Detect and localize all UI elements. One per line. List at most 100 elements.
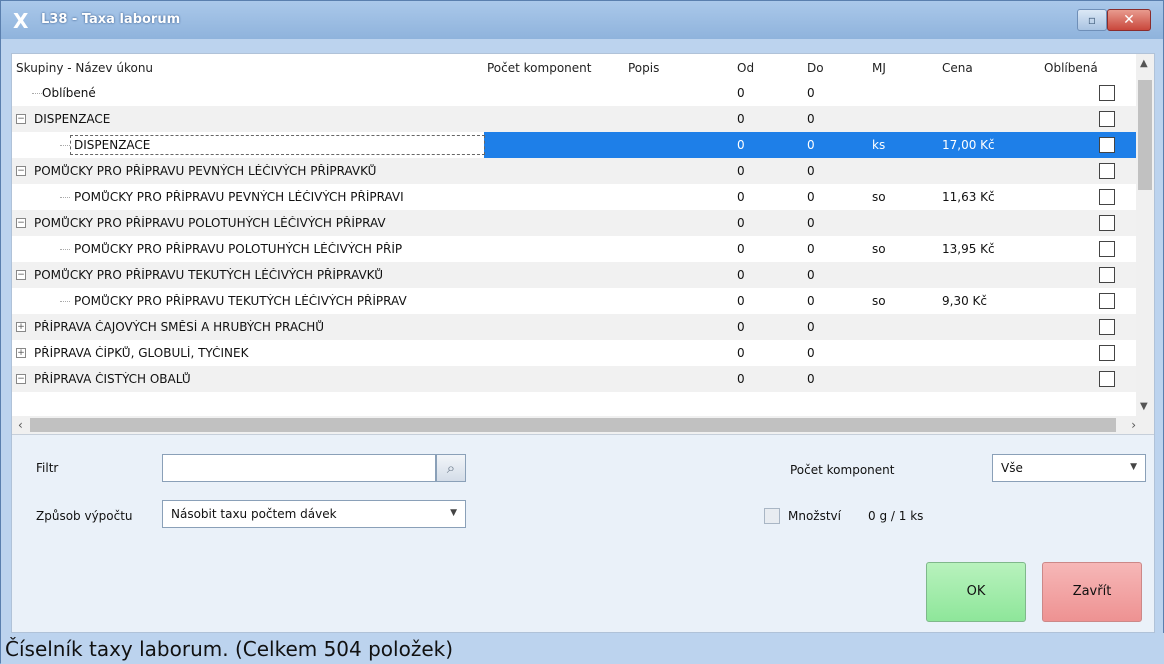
favorite-checkbox[interactable] (1099, 215, 1115, 231)
table-row[interactable]: − PŘÍPRAVA ČISTÝCH OBALŮ 0 0 (12, 366, 1136, 392)
table-row[interactable]: + PŘÍPRAVA ČAJOVÝCH SMĚSÍ A HRUBÝCH PRAC… (12, 314, 1136, 340)
row-mj: so (872, 242, 886, 256)
chevron-down-icon: ▼ (450, 508, 457, 518)
row-do: 0 (807, 268, 815, 282)
row-od: 0 (737, 138, 745, 152)
table-row[interactable]: Oblíbené 0 0 (12, 80, 1136, 106)
mnozstvi-value: 0 g / 1 ks (868, 509, 924, 523)
row-od: 0 (737, 86, 745, 100)
row-name: DISPENZACE (34, 112, 111, 126)
table-row[interactable]: POMŮCKY PRO PŘÍPRAVU POLOTUHÝCH LÉČIVÝCH… (12, 236, 1136, 262)
row-od: 0 (737, 372, 745, 386)
column-pocet-komponent[interactable]: Počet komponent (487, 61, 591, 75)
column-od[interactable]: Od (737, 61, 754, 75)
favorite-checkbox[interactable] (1099, 267, 1115, 283)
row-do: 0 (807, 294, 815, 308)
row-do: 0 (807, 86, 815, 100)
favorite-checkbox[interactable] (1099, 85, 1115, 101)
column-cena[interactable]: Cena (942, 61, 973, 75)
table-row[interactable]: − POMŮCKY PRO PŘÍPRAVU PEVNÝCH LÉČIVÝCH … (12, 158, 1136, 184)
row-name: Oblíbené (42, 86, 96, 100)
favorite-checkbox[interactable] (1099, 111, 1115, 127)
collapse-icon[interactable]: − (16, 218, 26, 228)
dialog-window: X L38 - Taxa laborum ▫ ✕ Skupiny - Název… (0, 0, 1164, 664)
scroll-left-icon[interactable]: ‹ (18, 418, 23, 432)
horizontal-scroll-thumb[interactable] (30, 418, 1116, 432)
title-bar[interactable]: X L38 - Taxa laborum ▫ ✕ (1, 1, 1163, 39)
favorite-checkbox[interactable] (1099, 189, 1115, 205)
ok-button[interactable]: OK (926, 562, 1026, 622)
row-mj: ks (872, 138, 886, 152)
row-cena: 13,95 Kč (942, 242, 995, 256)
status-text: Číselník taxy laborum. (Celkem 504 polož… (5, 637, 454, 661)
table-row[interactable]: + PŘÍPRAVA ČÍPKŮ, GLOBULÍ, TYČINEK 0 0 (12, 340, 1136, 366)
row-mj: so (872, 294, 886, 308)
app-icon: X (13, 9, 29, 33)
row-name: PŘÍPRAVA ČISTÝCH OBALŮ (34, 372, 191, 386)
favorite-checkbox[interactable] (1099, 163, 1115, 179)
table-row[interactable]: POMŮCKY PRO PŘÍPRAVU PEVNÝCH LÉČIVÝCH PŘ… (12, 184, 1136, 210)
row-do: 0 (807, 164, 815, 178)
table-row[interactable]: − DISPENZACE 0 0 (12, 106, 1136, 132)
filtr-input[interactable] (162, 454, 436, 482)
row-name: PŘÍPRAVA ČÍPKŮ, GLOBULÍ, TYČINEK (34, 346, 249, 360)
row-cena: 11,63 Kč (942, 190, 995, 204)
collapse-icon[interactable]: − (16, 166, 26, 176)
row-od: 0 (737, 346, 745, 360)
column-mj[interactable]: MJ (872, 61, 886, 75)
expand-icon[interactable]: + (16, 322, 26, 332)
scroll-right-icon[interactable]: › (1131, 418, 1136, 432)
zavrit-button[interactable]: Zavřít (1042, 562, 1142, 622)
pocet-komponent-select[interactable]: Vše ▼ (992, 454, 1146, 482)
column-do[interactable]: Do (807, 61, 824, 75)
favorite-checkbox[interactable] (1099, 293, 1115, 309)
mnozstvi-checkbox[interactable] (764, 508, 780, 524)
mnozstvi-label: Množství (788, 509, 841, 523)
pocet-komponent-label: Počet komponent (790, 463, 895, 477)
scroll-up-icon[interactable]: ▲ (1140, 58, 1148, 69)
row-od: 0 (737, 112, 745, 126)
row-do: 0 (807, 138, 815, 152)
row-name: POMŮCKY PRO PŘÍPRAVU POLOTUHÝCH LÉČIVÝCH… (34, 216, 386, 230)
row-name: PŘÍPRAVA ČAJOVÝCH SMĚSÍ A HRUBÝCH PRACHŮ (34, 320, 324, 334)
favorite-checkbox[interactable] (1099, 137, 1115, 153)
close-window-button[interactable]: ✕ (1107, 9, 1151, 31)
vertical-scrollbar[interactable]: ▲ ▼ (1136, 54, 1154, 416)
table-row[interactable]: POMŮCKY PRO PŘÍPRAVU TEKUTÝCH LÉČIVÝCH P… (12, 288, 1136, 314)
horizontal-scrollbar[interactable]: ‹ › (12, 416, 1154, 434)
window-title: L38 - Taxa laborum (41, 12, 181, 27)
chevron-down-icon: ▼ (1130, 462, 1137, 472)
favorite-checkbox[interactable] (1099, 319, 1115, 335)
row-do: 0 (807, 372, 815, 386)
favorite-checkbox[interactable] (1099, 345, 1115, 361)
table-row[interactable]: − POMŮCKY PRO PŘÍPRAVU POLOTUHÝCH LÉČIVÝ… (12, 210, 1136, 236)
expand-icon[interactable]: + (16, 348, 26, 358)
favorite-checkbox[interactable] (1099, 371, 1115, 387)
table-row-selected[interactable]: DISPENZACE 0 0 ks 17,00 Kč (12, 132, 1136, 158)
column-popis[interactable]: Popis (628, 61, 659, 75)
column-name[interactable]: Skupiny - Název úkonu (16, 61, 153, 75)
row-name: POMŮCKY PRO PŘÍPRAVU PEVNÝCH LÉČIVÝCH PŘ… (34, 164, 377, 178)
row-od: 0 (737, 216, 745, 230)
collapse-icon[interactable]: − (16, 374, 26, 384)
row-od: 0 (737, 190, 745, 204)
table-row[interactable]: − POMŮCKY PRO PŘÍPRAVU TEKUTÝCH LÉČIVÝCH… (12, 262, 1136, 288)
search-icon[interactable]: ⌕ (436, 454, 466, 482)
column-oblibena[interactable]: Oblíbená (1044, 61, 1098, 75)
row-do: 0 (807, 112, 815, 126)
row-od: 0 (737, 242, 745, 256)
grid-header: Skupiny - Název úkonu Počet komponent Po… (12, 54, 1136, 80)
collapse-icon[interactable]: − (16, 270, 26, 280)
collapse-icon[interactable]: − (16, 114, 26, 124)
tree-grid[interactable]: Skupiny - Název úkonu Počet komponent Po… (12, 54, 1154, 435)
favorite-checkbox[interactable] (1099, 241, 1115, 257)
zpusob-vypoctu-select[interactable]: Násobit taxu počtem dávek ▼ (162, 500, 466, 528)
row-od: 0 (737, 294, 745, 308)
vertical-scroll-thumb[interactable] (1138, 80, 1152, 190)
dialog-body: Skupiny - Název úkonu Počet komponent Po… (11, 53, 1155, 633)
status-bar: Číselník taxy laborum. (Celkem 504 polož… (1, 633, 1164, 664)
restore-button[interactable]: ▫ (1077, 9, 1107, 31)
row-do: 0 (807, 346, 815, 360)
scroll-down-icon[interactable]: ▼ (1140, 401, 1148, 412)
row-do: 0 (807, 216, 815, 230)
